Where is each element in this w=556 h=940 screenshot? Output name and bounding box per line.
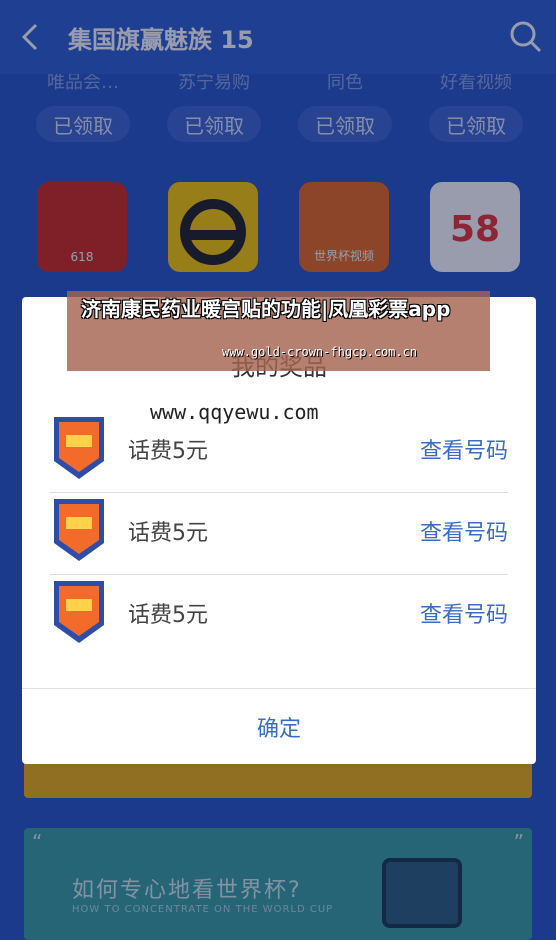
view-number-link[interactable]: 查看号码 — [420, 433, 508, 465]
phone-credit-badge-icon — [54, 417, 104, 479]
phone-credit-badge-icon — [54, 499, 104, 561]
prize-row: 话费5元 查看号码 — [50, 575, 508, 657]
prize-name: 话费5元 — [128, 603, 208, 628]
phone-credit-badge-icon — [54, 581, 104, 643]
prize-name: 话费5元 — [128, 521, 208, 546]
watermark-text: www.qqyewu.com — [150, 400, 319, 424]
view-number-link[interactable]: 查看号码 — [420, 515, 508, 547]
view-number-link[interactable]: 查看号码 — [420, 597, 508, 629]
promo-url: www.gold-crown-fhgcp.com.cn — [222, 345, 418, 359]
prize-name: 话费5元 — [128, 439, 208, 464]
promo-watermark: 济南康民药业暖宫贴的功能|凤凰彩票app www.gold-crown-fhgc… — [67, 291, 490, 371]
promo-text: 济南康民药业暖宫贴的功能|凤凰彩票app — [81, 297, 451, 321]
confirm-button[interactable]: 确定 — [22, 689, 536, 764]
prize-row: 话费5元 查看号码 — [50, 493, 508, 575]
